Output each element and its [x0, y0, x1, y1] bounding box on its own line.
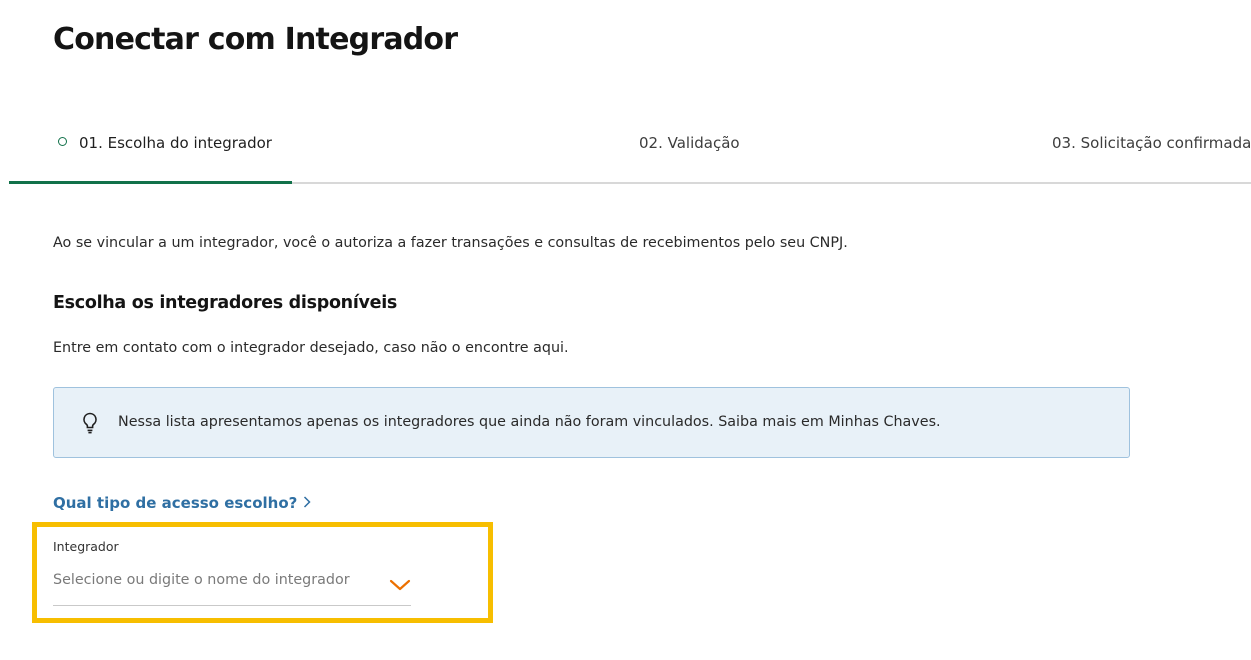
integrator-select[interactable]: Selecione ou digite o nome do integrador	[53, 566, 411, 606]
access-type-link-label: Qual tipo de acesso escolho?	[53, 494, 298, 512]
stepper-active-indicator	[9, 181, 292, 184]
step-solicitacao-confirmada: 03. Solicitação confirmada	[1052, 134, 1251, 152]
info-banner-text: Nessa lista apresentamos apenas os integ…	[118, 414, 941, 430]
step-validacao: 02. Validação	[639, 134, 740, 152]
step-label: 03. Solicitação confirmada	[1052, 134, 1251, 152]
step-circle-icon	[58, 137, 67, 146]
chevron-down-icon[interactable]	[389, 578, 411, 592]
chevron-right-icon	[304, 496, 311, 508]
section-title: Escolha os integradores disponíveis	[53, 293, 398, 313]
intro-text: Ao se vincular a um integrador, você o a…	[53, 235, 848, 251]
info-banner: Nessa lista apresentamos apenas os integ…	[53, 387, 1130, 458]
step-escolha-do-integrador: 01. Escolha do integrador	[58, 134, 272, 152]
access-type-link[interactable]: Qual tipo de acesso escolho?	[53, 494, 311, 512]
lightbulb-icon	[83, 412, 97, 434]
integrator-select-placeholder: Selecione ou digite o nome do integrador	[53, 572, 350, 588]
integrator-field-label: Integrador	[53, 539, 119, 554]
page: Conectar com Integrador 01. Escolha do i…	[0, 0, 1251, 660]
step-label: 01. Escolha do integrador	[79, 134, 272, 152]
step-label: 02. Validação	[639, 134, 740, 152]
section-subtitle: Entre em contato com o integrador deseja…	[53, 340, 569, 356]
page-title: Conectar com Integrador	[53, 22, 458, 57]
stepper: 01. Escolha do integrador 02. Validação …	[0, 120, 1251, 184]
